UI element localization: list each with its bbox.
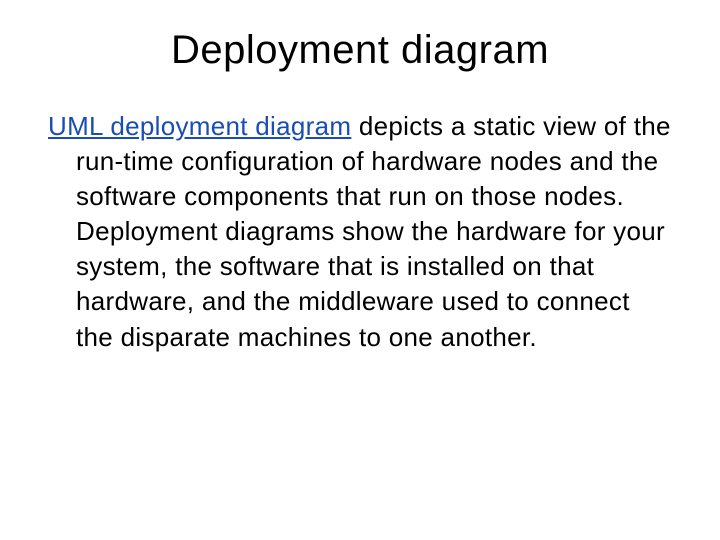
slide-title: Deployment diagram (48, 28, 672, 73)
slide-body: UML deployment diagram depicts a static … (48, 109, 672, 355)
uml-deployment-diagram-link[interactable]: UML deployment diagram (48, 111, 351, 141)
body-text: depicts a static view of the run-time co… (76, 111, 671, 352)
